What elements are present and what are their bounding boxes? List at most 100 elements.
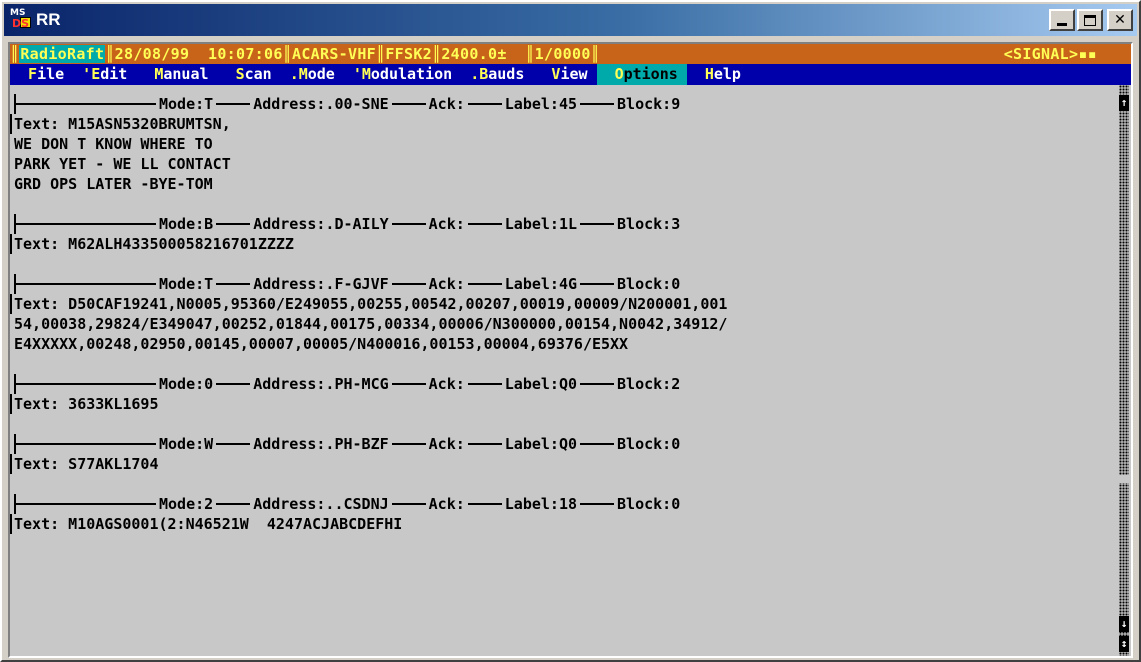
menu-item-label: odulation — [370, 65, 453, 83]
maximize-icon — [1084, 14, 1096, 26]
menu-bar: File 'Edit Manual Scan .Mode 'Modulation .Ba… — [10, 64, 1131, 85]
header-rule — [391, 223, 426, 225]
status-app-name: RadioRaft — [19, 45, 106, 63]
header-rule — [16, 443, 156, 445]
message-label: Label:45 — [504, 95, 578, 113]
header-rule — [580, 283, 615, 285]
message-mode: Mode:T — [159, 275, 214, 293]
menu-item-prefix: ' — [82, 65, 92, 83]
title-bar[interactable]: MS DS RR ✕ — [4, 4, 1137, 36]
menu-item-label: iew — [560, 65, 588, 83]
scroll-down-icon[interactable]: ↓ — [1119, 616, 1129, 632]
message-header: Mode:0 Address:.PH-MCG Ack: Label:Q0 Block:2 — [14, 374, 1117, 394]
message-block-number: Block:0 — [617, 435, 681, 453]
scroll-updown-icon[interactable]: ↕ — [1119, 636, 1129, 652]
message-address: Address:.00-SNE — [253, 95, 389, 113]
menu-item-prefix — [145, 65, 154, 83]
menu-item-hotkey: S — [235, 65, 245, 83]
message-log[interactable]: Mode:T Address:.00-SNE Ack: Label:45 Block:9… — [10, 85, 1117, 656]
header-rule — [16, 223, 156, 225]
menu-item-5[interactable]: 'Modulation — [344, 64, 461, 85]
menu-item-hotkey: M — [361, 65, 371, 83]
menu-item-prefix — [19, 65, 28, 83]
status-demod: FFSK2 — [385, 45, 432, 63]
menu-item-label: ode — [307, 65, 335, 83]
menu-item-prefix: . — [470, 65, 480, 83]
header-rule — [391, 103, 426, 105]
message-text-line: Text: 3633KL1695 — [10, 394, 1117, 414]
message-address: Address:.D-AILY — [253, 215, 389, 233]
maximize-button[interactable] — [1077, 9, 1103, 31]
menu-item-6[interactable]: .Bauds — [461, 64, 533, 85]
acars-message: Mode:2 Address:..CSDNJ Ack: Label:18 Block:0… — [10, 494, 1117, 534]
message-header: Mode:W Address:.PH-BZF Ack: Label:Q0 Block:0 — [14, 434, 1117, 454]
menu-item-label: ile — [37, 65, 65, 83]
minimize-icon — [1057, 22, 1067, 26]
message-header: Mode:B Address:.D-AILY Ack: Label:1L Block:3 — [14, 214, 1117, 234]
header-rule — [580, 103, 615, 105]
message-text-line: 54,00038,29824/E349047,00252,01844,00175… — [14, 315, 728, 333]
menu-item-0[interactable]: File — [10, 64, 73, 85]
message-block-number: Block:9 — [617, 95, 681, 113]
header-rule — [391, 443, 426, 445]
message-text-line: Text: D50CAF19241,N0005,95360/E249055,00… — [10, 294, 1117, 314]
close-button[interactable]: ✕ — [1107, 9, 1133, 31]
menu-item-label: dit — [100, 65, 128, 83]
menu-item-1[interactable]: 'Edit — [73, 64, 136, 85]
header-rule — [391, 383, 426, 385]
header-rule — [16, 283, 156, 285]
menu-item-2[interactable]: Manual — [136, 64, 217, 85]
message-header: Mode:2 Address:..CSDNJ Ack: Label:18 Block:0 — [14, 494, 1117, 514]
message-text-line: Text: S77AKL1704 — [10, 454, 1117, 474]
message-block-number: Block:2 — [617, 375, 681, 393]
menu-item-label: anual — [163, 65, 209, 83]
header-rule — [467, 103, 502, 105]
header-rule — [216, 283, 251, 285]
acars-message: Mode:B Address:.D-AILY Ack: Label:1L Block:3… — [10, 214, 1117, 254]
acars-message: Mode:0 Address:.PH-MCG Ack: Label:Q0 Block:2… — [10, 374, 1117, 414]
status-mode: ACARS-VHF — [292, 45, 376, 63]
message-address: Address:.PH-BZF — [253, 435, 389, 453]
header-rule — [467, 223, 502, 225]
message-block-number: Block:0 — [617, 495, 681, 513]
menu-item-label: can — [244, 65, 272, 83]
message-header: Mode:T Address:.F-GJVF Ack: Label:4G Block:0 — [14, 274, 1117, 294]
message-block-number: Block:3 — [617, 215, 681, 233]
message-label: Label:4G — [504, 275, 578, 293]
message-ack: Ack: — [428, 375, 465, 393]
message-header: Mode:T Address:.00-SNE Ack: Label:45 Block:9 — [14, 94, 1117, 114]
scrollbar-track[interactable] — [1119, 85, 1129, 656]
menu-item-prefix — [606, 65, 615, 83]
menu-item-label: auds — [488, 65, 525, 83]
menu-item-4[interactable]: .Mode — [281, 64, 344, 85]
acars-message: Mode:T Address:.F-GJVF Ack: Label:4G Block:0… — [10, 274, 1117, 354]
header-rule — [467, 503, 502, 505]
console-client-area: ║ RadioRaft ║ 28/08/99 10:07:06 ║ ACARS-VHF ║ F… — [8, 42, 1133, 658]
scrollbar-thumb[interactable] — [1117, 475, 1131, 483]
message-ack: Ack: — [428, 495, 465, 513]
menu-item-hotkey: E — [91, 65, 101, 83]
menu-item-prefix: . — [289, 65, 299, 83]
header-rule — [16, 383, 156, 385]
window-controls: ✕ — [1049, 9, 1133, 31]
acars-message: Mode:T Address:.00-SNE Ack: Label:45 Block:9… — [10, 94, 1117, 194]
menu-item-7[interactable]: View — [533, 64, 596, 85]
app-icon[interactable]: MS DS — [10, 9, 32, 31]
scroll-up-icon[interactable]: ↑ — [1119, 95, 1129, 111]
status-baud: 2400.0± — [441, 45, 507, 63]
app-window: MS DS RR ✕ ║ RadioRaft ║ 28/08/99 10:07:06 ║… — [0, 0, 1141, 662]
menu-item-9[interactable]: Help — [687, 64, 750, 85]
app-icon-ds-label: DS — [12, 17, 30, 30]
menu-item-8[interactable]: Options — [596, 64, 687, 85]
message-text-line: WE DON T KNOW WHERE TO — [14, 135, 213, 153]
vertical-scrollbar[interactable]: ↑ ↓ ↕ — [1117, 85, 1131, 656]
header-rule — [16, 503, 156, 505]
menu-item-3[interactable]: Scan — [218, 64, 281, 85]
close-icon: ✕ — [1114, 12, 1126, 28]
minimize-button[interactable] — [1049, 9, 1075, 31]
menu-item-hotkey: H — [704, 65, 714, 83]
menu-item-label: elp — [713, 65, 741, 83]
message-block-number: Block:0 — [617, 275, 681, 293]
message-address: Address:.PH-MCG — [253, 375, 389, 393]
header-rule — [216, 443, 251, 445]
